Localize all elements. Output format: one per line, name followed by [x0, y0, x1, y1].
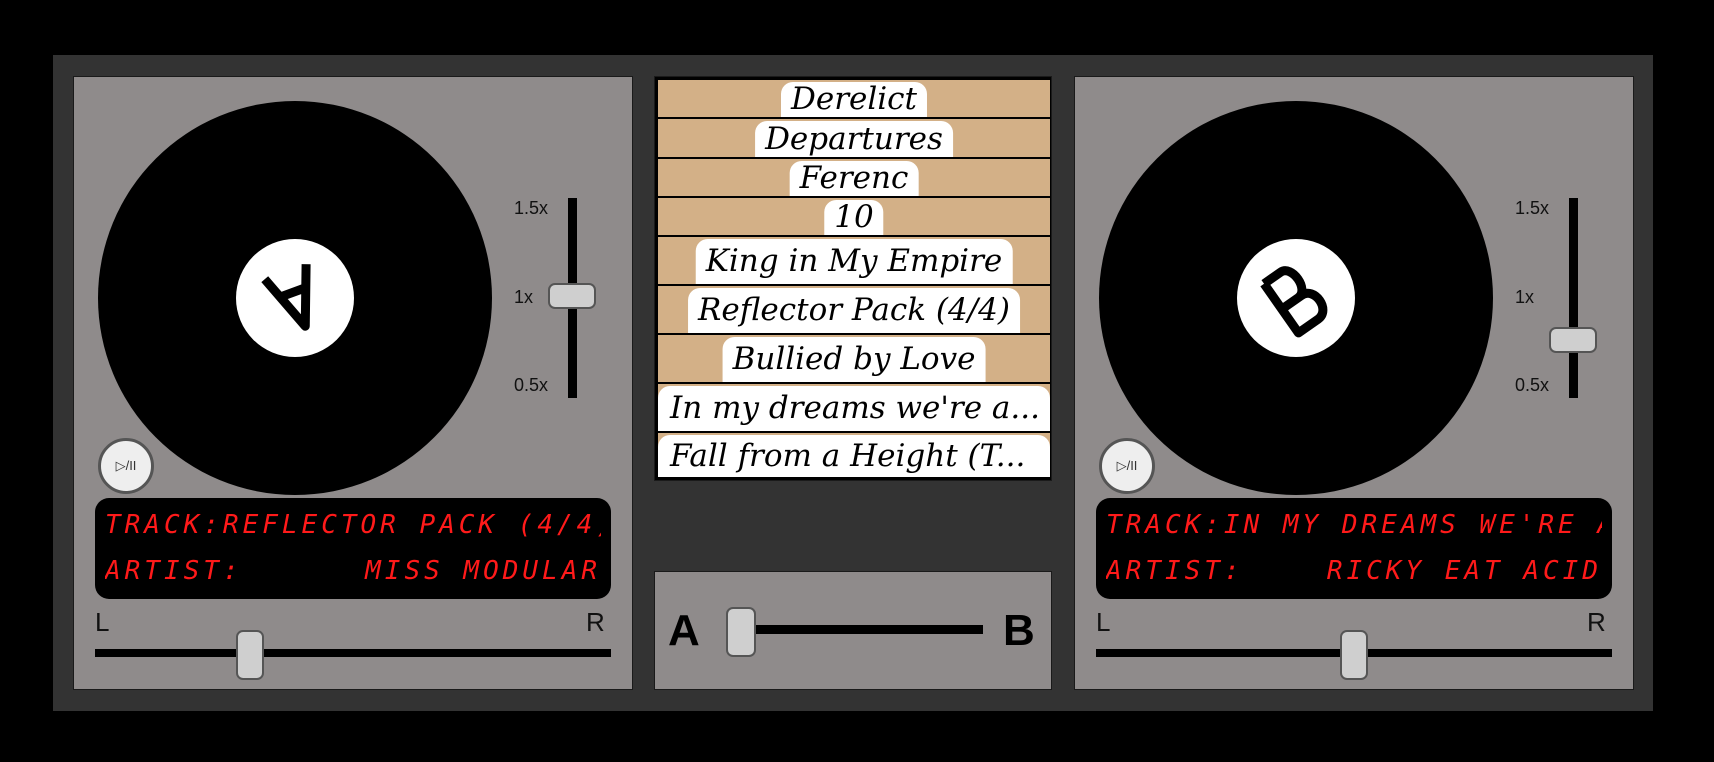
deck-b-play-pause-button[interactable]: ▷/II [1099, 438, 1155, 494]
deck-a-record-label [236, 239, 354, 357]
library-track-title: In my dreams we're a... [658, 386, 1050, 431]
deck-b-artist-value: RICKY EAT ACID [1326, 556, 1602, 586]
play-pause-icon: ▷/II [115, 458, 137, 473]
deck-b-pitch-slider-track[interactable] [1569, 198, 1578, 398]
deck-a-letter-a-icon [261, 264, 311, 331]
deck-b-display: TRACK: IN MY DREAMS WE'RE AL ARTIST: RIC… [1096, 498, 1612, 599]
deck-b-track-label: TRACK: [1106, 510, 1224, 540]
library-track-title: Fall from a Height (T... [658, 435, 1050, 477]
deck-a-track-label: TRACK: [105, 510, 223, 540]
library-track-title: Reflector Pack (4/4) [688, 288, 1020, 333]
deck-b-pitch-slider-handle[interactable] [1549, 327, 1597, 353]
library-track-row[interactable]: In my dreams we're a... [658, 384, 1050, 433]
deck-a-turntable[interactable] [98, 101, 492, 495]
library-track-title: 10 [824, 200, 884, 235]
library-track-row[interactable]: Fall from a Height (T... [658, 433, 1050, 479]
library-track-title: King in My Empire [695, 239, 1013, 284]
crossfader-right-label: B [1003, 606, 1035, 655]
library-track-row[interactable]: Departures [658, 119, 1050, 159]
deck-b-record-label [1237, 239, 1355, 357]
deck-b-pitch-label-low: 0.5x [1515, 375, 1550, 395]
library-track-title: Departures [755, 121, 953, 157]
deck-b: 1.5x 1x 0.5x ▷/II TRACK: IN MY DREAMS WE… [1074, 76, 1634, 690]
deck-b-artist-label: ARTIST: [1106, 556, 1244, 586]
deck-a-pitch-label-mid: 1x [514, 287, 534, 307]
library-track-title: Ferenc [789, 161, 919, 196]
crossfader-track[interactable] [753, 625, 983, 634]
library-track-row[interactable]: Reflector Pack (4/4) [658, 286, 1050, 335]
deck-a: 1.5x 1x 0.5x ▷/II TRACK: REFLECTOR PACK … [73, 76, 633, 690]
deck-a-pitch-slider-handle[interactable] [548, 283, 596, 309]
track-library: Derelict Departures Ferenc 10 King in My Emp… [654, 76, 1052, 481]
deck-b-pitch-label-high: 1.5x [1515, 198, 1550, 218]
crossfader-left-label: A [668, 606, 700, 655]
crossfader-handle[interactable] [726, 607, 756, 657]
library-track-row[interactable]: Bullied by Love [658, 335, 1050, 384]
library-track-row[interactable]: 10 [658, 198, 1050, 237]
deck-a-play-pause-button[interactable]: ▷/II [98, 438, 154, 494]
play-pause-icon: ▷/II [1116, 458, 1138, 473]
library-track-title: Derelict [780, 82, 928, 117]
deck-a-pitch-label-low: 0.5x [514, 375, 549, 395]
deck-a-balance-right-label: R [586, 607, 605, 637]
deck-b-letter-b-icon [1260, 266, 1328, 338]
deck-a-balance-slider-track[interactable] [95, 649, 611, 657]
deck-b-balance-left-label: L [1096, 607, 1111, 637]
deck-a-display: TRACK: REFLECTOR PACK (4/4) ARTIST: MISS… [95, 498, 611, 599]
crossfader-panel: A B [654, 571, 1052, 690]
deck-a-balance-slider-handle[interactable] [235, 630, 264, 680]
deck-a-balance-left-label: L [95, 607, 110, 637]
deck-b-pitch-label-mid: 1x [1515, 287, 1535, 307]
deck-a-track-value: REFLECTOR PACK (4/4) [222, 510, 601, 540]
library-track-row[interactable]: Derelict [658, 80, 1050, 119]
deck-a-pitch-label-high: 1.5x [514, 198, 549, 218]
deck-a-artist-value: MISS MODULAR [365, 556, 601, 586]
deck-b-balance-right-label: R [1587, 607, 1606, 637]
deck-b-track-value: IN MY DREAMS WE'RE AL [1223, 510, 1602, 540]
deck-a-artist-label: ARTIST: [105, 556, 243, 586]
deck-b-balance-slider-handle[interactable] [1340, 630, 1368, 680]
library-track-title: Bullied by Love [722, 337, 986, 382]
library-track-row[interactable]: King in My Empire [658, 237, 1050, 286]
deck-b-turntable[interactable] [1099, 101, 1493, 495]
library-track-row[interactable]: Ferenc [658, 159, 1050, 198]
